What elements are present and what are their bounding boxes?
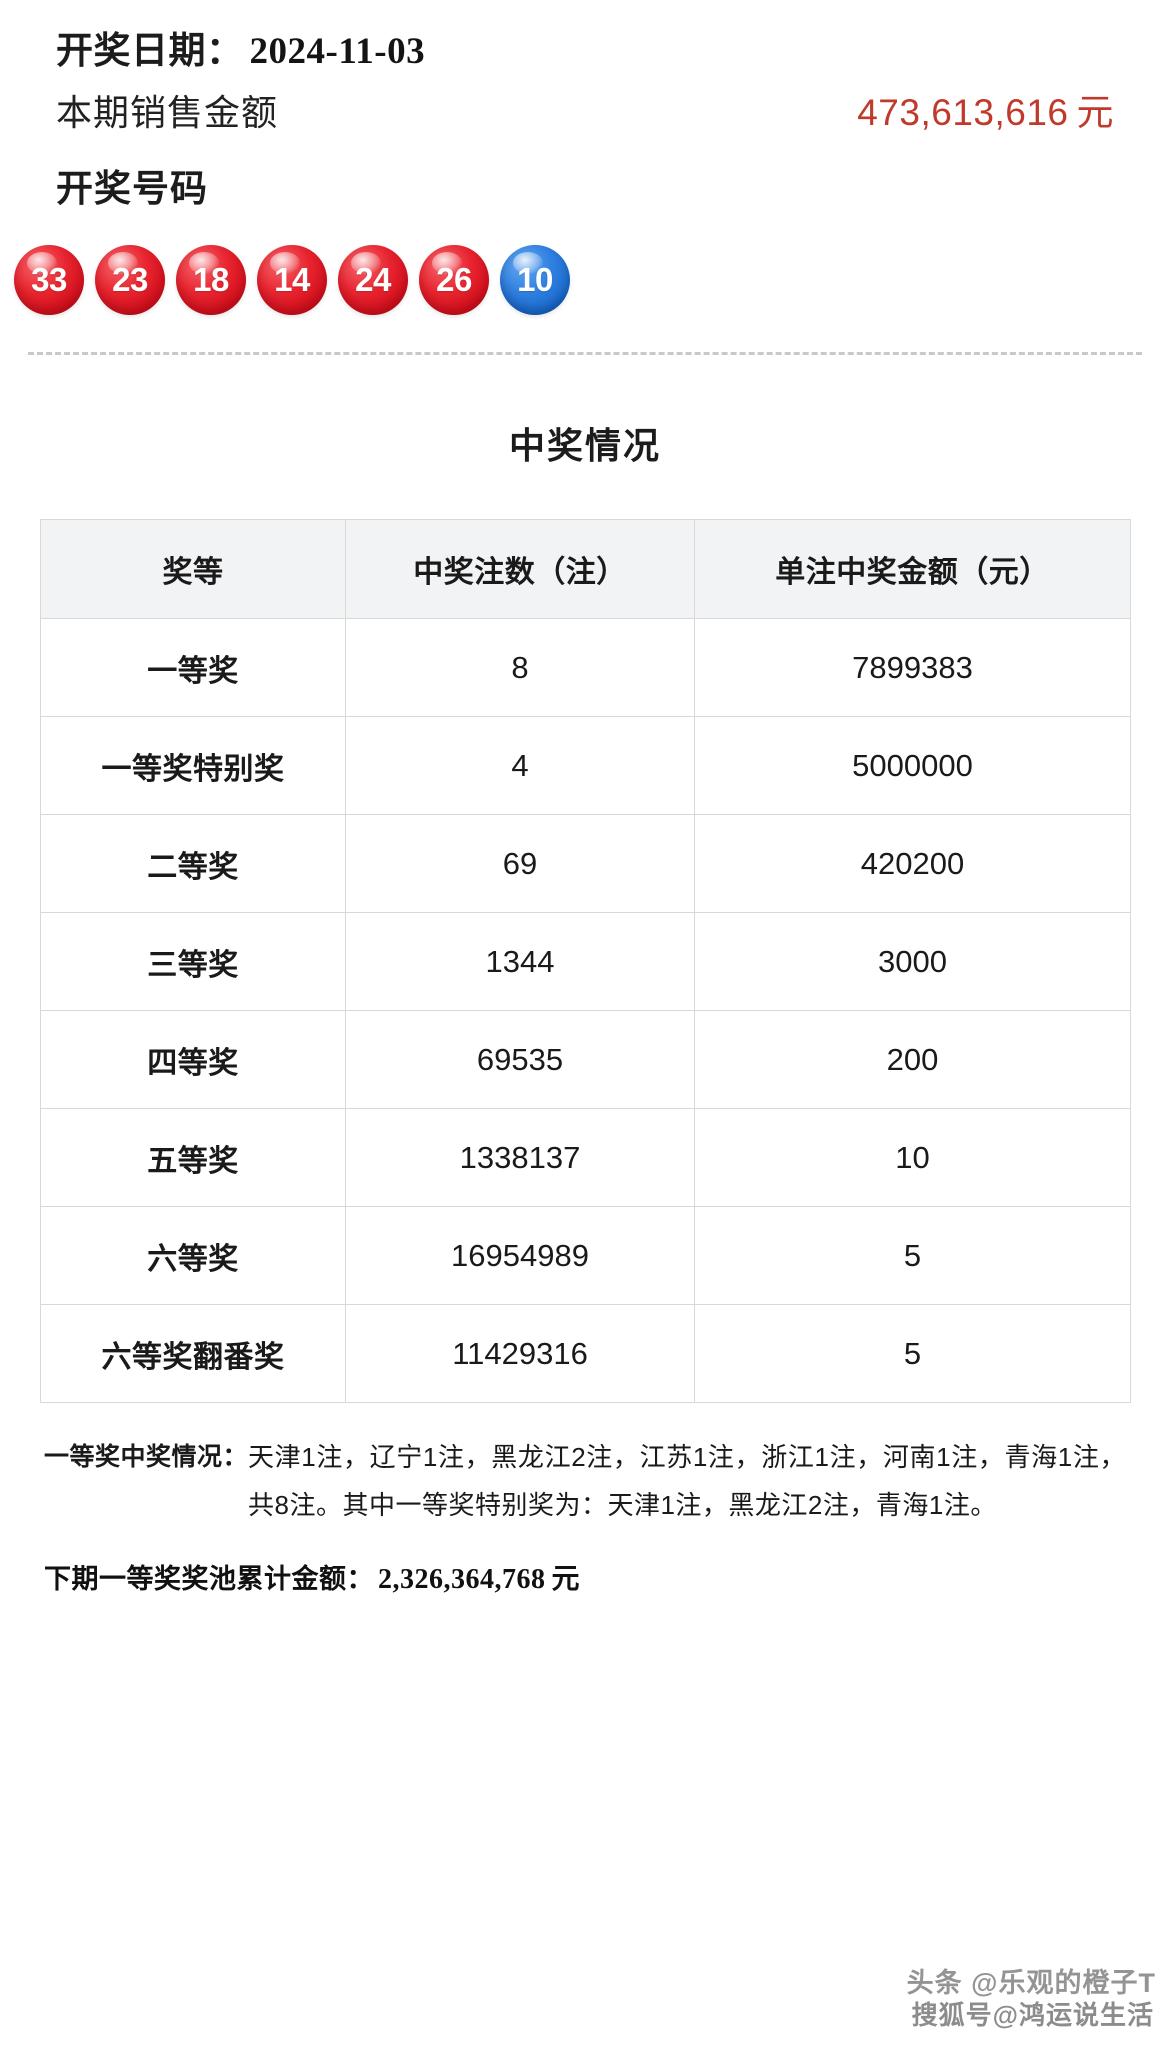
jackpot-label: 下期一等奖奖池累计金额： [44, 1564, 374, 1594]
prize-count-cell: 69535 [345, 1010, 695, 1109]
sales-amount-unit: 元 [1076, 92, 1114, 133]
sales-amount-value: 473,613,616 元 [857, 82, 1114, 136]
table-row: 一等奖 8 7899383 [40, 618, 1131, 717]
lottery-ball-red: 23 [95, 245, 165, 315]
prize-grade-cell: 六等奖 [40, 1206, 346, 1305]
prize-table-head: 奖等 中奖注数（注） 单注中奖金额（元） [40, 519, 1131, 619]
prize-amount-cell: 200 [694, 1010, 1131, 1109]
column-header-grade: 奖等 [40, 519, 346, 619]
jackpot-unit: 元 [551, 1564, 581, 1595]
lottery-ball-red: 33 [14, 245, 84, 315]
lottery-ball-number: 23 [112, 261, 148, 298]
prize-amount-cell: 420200 [694, 814, 1131, 913]
draw-date-label: 开奖日期： [56, 30, 244, 71]
prize-amount-cell: 5 [694, 1304, 1131, 1403]
prize-table-body: 一等奖 8 7899383 一等奖特别奖 4 5000000 二等奖 69 420200 三等奖 1… [40, 618, 1131, 1403]
lottery-ball-number: 24 [355, 261, 391, 298]
column-header-count: 中奖注数（注） [345, 519, 695, 619]
sales-amount-label: 本期销售金额 [56, 92, 279, 133]
prize-count-cell: 1338137 [345, 1108, 695, 1207]
table-row: 六等奖 16954989 5 [40, 1206, 1131, 1305]
lottery-ball-blue: 10 [500, 245, 570, 315]
lottery-ball-number: 14 [274, 261, 310, 298]
table-row: 一等奖特别奖 4 5000000 [40, 716, 1131, 815]
prize-count-cell: 69 [345, 814, 695, 913]
table-row: 六等奖翻番奖 11429316 5 [40, 1304, 1131, 1403]
draw-date-value: 2024-11-03 [249, 31, 426, 72]
prize-grade-cell: 二等奖 [40, 814, 346, 913]
prize-count-cell: 1344 [345, 912, 695, 1011]
sales-amount-number: 473,613,616 [857, 92, 1069, 133]
section-divider [28, 352, 1142, 355]
prize-count-cell: 16954989 [345, 1206, 695, 1305]
lottery-ball-red: 14 [257, 245, 327, 315]
winning-numbers-balls: 33 23 18 14 24 26 10 [0, 222, 1170, 328]
jackpot-row: 下期一等奖奖池累计金额： 2,326,364,768 元 [44, 1557, 1126, 1597]
prize-amount-cell: 3000 [694, 912, 1131, 1011]
table-row: 五等奖 1338137 10 [40, 1108, 1131, 1207]
prize-section-title: 中奖情况 [508, 425, 661, 466]
winning-numbers-label: 开奖号码 [56, 168, 208, 209]
notes-block: 一等奖中奖情况： 天津1注，辽宁1注，黑龙江2注，江苏1注，浙江1注，河南1注，… [44, 1433, 1126, 1597]
lottery-ball-red: 26 [419, 245, 489, 315]
table-header-row: 奖等 中奖注数（注） 单注中奖金额（元） [40, 519, 1131, 619]
prize-count-cell: 11429316 [345, 1304, 695, 1403]
lottery-ball-number: 18 [193, 261, 229, 298]
table-row: 四等奖 69535 200 [40, 1010, 1131, 1109]
prize-grade-cell: 四等奖 [40, 1010, 346, 1109]
draw-date-row: 开奖日期： 2024-11-03 [56, 0, 1114, 82]
prize-amount-cell: 5000000 [694, 716, 1131, 815]
lottery-ball-number: 10 [517, 261, 553, 298]
lottery-ball-red: 24 [338, 245, 408, 315]
prize-table-wrapper: 奖等 中奖注数（注） 单注中奖金额（元） 一等奖 8 7899383 一等奖特别奖 4 5… [40, 519, 1131, 1403]
lottery-result-page: 开奖日期： 2024-11-03 本期销售金额 473,613,616 元 开奖号… [0, 0, 1170, 2054]
lottery-ball-red: 18 [176, 245, 246, 315]
prize-grade-cell: 三等奖 [40, 912, 346, 1011]
prize-amount-cell: 10 [694, 1108, 1131, 1207]
table-row: 二等奖 69 420200 [40, 814, 1131, 913]
prize-count-cell: 4 [345, 716, 695, 815]
first-prize-note-body: 天津1注，辽宁1注，黑龙江2注，江苏1注，浙江1注，河南1注，青海1注，共8注。… [248, 1442, 1126, 1520]
header-block: 开奖日期： 2024-11-03 本期销售金额 473,613,616 元 开奖号… [0, 0, 1170, 222]
watermark-toutiao: 头条 @乐观的橙子T [906, 1968, 1156, 1998]
prize-count-cell: 8 [345, 618, 695, 717]
prize-grade-cell: 五等奖 [40, 1108, 346, 1207]
lottery-ball-number: 26 [436, 261, 472, 298]
prize-grade-cell: 一等奖 [40, 618, 346, 717]
lottery-ball-number: 33 [31, 261, 67, 298]
prize-table: 奖等 中奖注数（注） 单注中奖金额（元） 一等奖 8 7899383 一等奖特别奖 4 5… [40, 519, 1131, 1403]
watermark-sohu: 搜狐号@鸿运说生活 [911, 2000, 1154, 2030]
column-header-amount: 单注中奖金额（元） [694, 519, 1131, 619]
first-prize-note-label: 一等奖中奖情况： [44, 1443, 249, 1471]
jackpot-value: 2,326,364,768 元 [378, 1557, 580, 1597]
table-row: 三等奖 1344 3000 [40, 912, 1131, 1011]
jackpot-number: 2,326,364,768 [378, 1564, 546, 1595]
prize-amount-cell: 7899383 [694, 618, 1131, 717]
first-prize-note: 一等奖中奖情况： 天津1注，辽宁1注，黑龙江2注，江苏1注，浙江1注，河南1注，… [44, 1433, 1126, 1529]
sales-amount-row: 本期销售金额 473,613,616 元 [56, 82, 1114, 148]
prize-amount-cell: 5 [694, 1206, 1131, 1305]
prize-grade-cell: 六等奖翻番奖 [40, 1304, 346, 1403]
prize-grade-cell: 一等奖特别奖 [40, 716, 346, 815]
